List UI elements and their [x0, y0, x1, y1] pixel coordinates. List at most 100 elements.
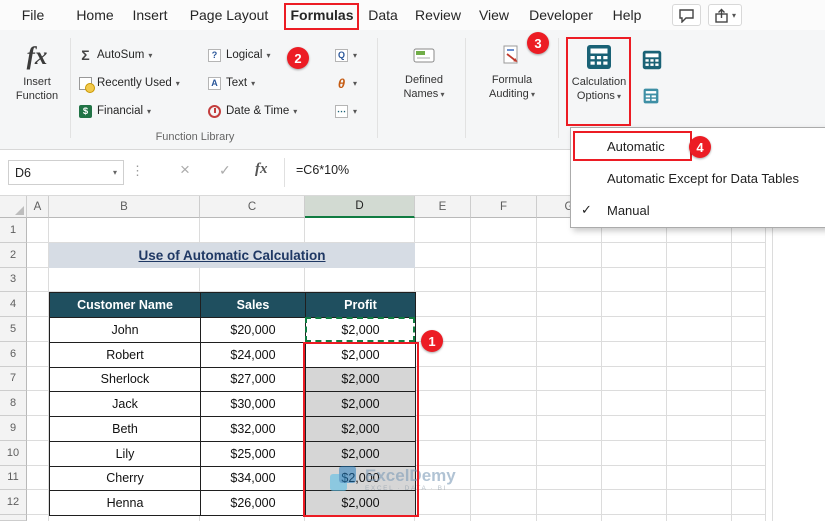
share-icon [715, 8, 728, 23]
cell-B5[interactable]: John [50, 318, 201, 343]
menu-item-manual[interactable]: ✓ Manual [571, 194, 825, 226]
check-icon: ✓ [581, 202, 592, 217]
row-header-partial[interactable] [0, 515, 27, 521]
cell-B8[interactable]: Jack [50, 392, 201, 417]
cell-C8[interactable]: $30,000 [201, 392, 306, 417]
menu-item-label: Manual [607, 202, 650, 218]
row-header-6[interactable]: 6 [0, 341, 27, 367]
row-header-11[interactable]: 11 [0, 465, 27, 491]
financial-button[interactable]: $ Financial ▾ [78, 99, 151, 123]
table-header-customer-name: Customer Name [50, 293, 201, 318]
date-time-icon [208, 104, 221, 118]
row-header-9[interactable]: 9 [0, 416, 27, 441]
select-all-corner[interactable] [0, 196, 27, 218]
annotation-badge-4: 4 [689, 136, 711, 158]
cell-B9[interactable]: Beth [50, 417, 201, 442]
menu-item-label: Automatic Except for Data Tables [607, 170, 799, 186]
column-header-d[interactable]: D [305, 196, 415, 218]
row-header-12[interactable]: 12 [0, 490, 27, 515]
row-header-8[interactable]: 8 [0, 391, 27, 416]
ribbon-tab-insert[interactable]: Insert [128, 0, 171, 30]
name-box[interactable]: D6 ▾ [8, 160, 124, 185]
more-functions-icon: ⋯ [335, 104, 348, 118]
sheet-edge-line [772, 218, 773, 521]
cell-C9[interactable]: $32,000 [201, 417, 306, 442]
calculate-now-icon [642, 50, 662, 70]
annotation-box-calculation-options [566, 37, 631, 126]
column-header-a[interactable]: A [27, 196, 49, 218]
formula-auditing-icon [503, 45, 518, 64]
cell-C5[interactable]: $20,000 [201, 318, 306, 343]
menu-item-automatic-except-for-data-tables[interactable]: Automatic Except for Data Tables [571, 162, 825, 194]
date-time-button[interactable]: Date & Time ▾ [207, 99, 297, 123]
ribbon-tab-view[interactable]: View [475, 0, 513, 30]
chevron-down-icon: ▾ [112, 168, 117, 177]
column-header-c[interactable]: C [200, 196, 305, 218]
ribbon-tab-file[interactable]: File [18, 0, 49, 30]
share-button[interactable]: ▾ [708, 4, 743, 26]
annotation-box-automatic [573, 131, 692, 161]
comment-button[interactable] [672, 4, 701, 26]
more-functions-button[interactable]: ⋯ ▾ [334, 99, 357, 123]
chevron-down-icon: ▾ [732, 10, 737, 20]
ribbon-tab-data[interactable]: Data [364, 0, 402, 30]
row-header-3[interactable]: 3 [0, 267, 27, 293]
ribbon-tab-developer[interactable]: Developer [525, 0, 597, 30]
calculate-sheet-button[interactable] [643, 88, 659, 104]
worksheet-title: Use of Automatic Calculation [49, 242, 415, 268]
ribbon-tab-help[interactable]: Help [609, 0, 646, 30]
financial-icon: $ [79, 104, 92, 118]
column-header-e[interactable]: E [415, 196, 471, 218]
column-header-f[interactable]: F [471, 196, 537, 218]
cell-C11[interactable]: $34,000 [201, 466, 306, 492]
row-header-10[interactable]: 10 [0, 440, 27, 466]
math-trig-button[interactable]: θ ▾ [334, 71, 357, 95]
calculate-now-button[interactable] [642, 50, 662, 70]
annotation-badge-3: 3 [527, 32, 549, 54]
cell-B11[interactable]: Cherry [50, 466, 201, 492]
chevron-down-icon: ▾ [147, 106, 152, 116]
defined-names-button[interactable]: Defined Names [390, 36, 458, 142]
recently-used-button[interactable]: Recently Used ▾ [78, 71, 180, 95]
gridline [601, 218, 602, 521]
cell-B7[interactable]: Sherlock [50, 367, 201, 393]
defined-names-icon [413, 48, 435, 63]
row-header-2[interactable]: 2 [0, 242, 27, 268]
ribbon-tab-page-layout[interactable]: Page Layout [186, 0, 273, 30]
table-header-profit: Profit [306, 293, 416, 318]
chevron-down-icon: ▾ [353, 78, 358, 88]
insert-function-fx-icon[interactable]: fx [255, 161, 268, 178]
gridline [731, 218, 732, 521]
formula-bar-divider [284, 158, 285, 187]
logical-button[interactable]: ? Logical ▾ [207, 43, 270, 67]
fx-icon: fx [26, 43, 48, 70]
row-header-4[interactable]: 4 [0, 292, 27, 317]
annotation-badge-1: 1 [421, 330, 443, 352]
cell-C12[interactable]: $26,000 [201, 491, 306, 516]
text-icon: A [208, 76, 221, 90]
cell-B12[interactable]: Henna [50, 491, 201, 516]
row-header-7[interactable]: 7 [0, 366, 27, 392]
cancel-icon[interactable]: × [180, 160, 190, 180]
lookup-reference-button[interactable]: Q ▾ [334, 43, 357, 67]
enter-icon[interactable]: ✓ [219, 162, 231, 179]
copied-cell-outline [305, 317, 415, 342]
formula-bar-drag-handle-icon[interactable]: ⋮ [131, 163, 144, 179]
ribbon-tab-home[interactable]: Home [72, 0, 117, 30]
ribbon-tab-review[interactable]: Review [411, 0, 465, 30]
cell-B10[interactable]: Lily [50, 441, 201, 467]
cell-C6[interactable]: $24,000 [201, 342, 306, 368]
cell-C10[interactable]: $25,000 [201, 441, 306, 467]
text-button[interactable]: A Text ▾ [207, 71, 255, 95]
cell-B6[interactable]: Robert [50, 342, 201, 368]
row-header-1[interactable]: 1 [0, 218, 27, 243]
lookup-reference-icon: Q [335, 48, 348, 62]
insert-function-button[interactable]: fx Insert Function [8, 36, 66, 142]
cell-C7[interactable]: $27,000 [201, 367, 306, 393]
formula-input[interactable]: =C6*10% [296, 163, 349, 177]
annotation-badge-2: 2 [287, 47, 309, 69]
row-header-5[interactable]: 5 [0, 317, 27, 342]
column-header-b[interactable]: B [49, 196, 200, 218]
autosum-button[interactable]: Σ AutoSum ▾ [78, 43, 152, 67]
gridline [470, 218, 471, 521]
